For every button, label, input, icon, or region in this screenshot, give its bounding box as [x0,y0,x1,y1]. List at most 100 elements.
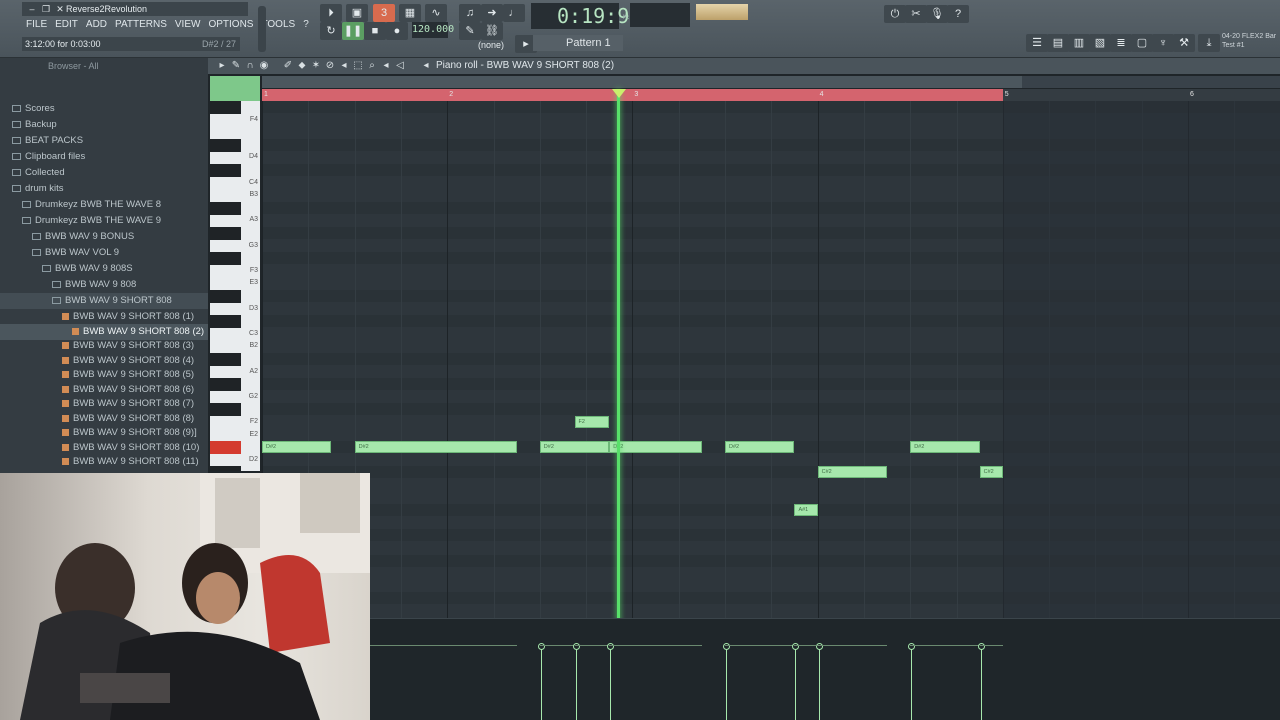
cut-icon[interactable]: ✂ [905,5,927,23]
master-volume-slider[interactable] [258,6,266,52]
play-icon[interactable]: ◉ [258,60,270,72]
midi-note[interactable]: D#2 [354,441,517,454]
browser-folder[interactable]: Drumkeyz BWB THE WAVE 8 [0,197,208,213]
midi-note[interactable]: C#2 [817,466,888,479]
midi-note[interactable]: D#2 [262,441,332,454]
menu-help[interactable]: ? [299,17,313,33]
zoom-icon[interactable]: ⌕ [366,60,378,72]
midi-note[interactable]: F2 [574,416,610,428]
browser-folder[interactable]: BEAT PACKS [0,133,208,149]
black-key[interactable] [210,353,241,366]
menu-add[interactable]: ADD [82,17,111,33]
draw-icon[interactable]: ✐ [282,60,294,72]
menu-options[interactable]: OPTIONS [204,17,257,33]
black-key[interactable] [210,164,241,177]
speaker-icon[interactable]: ◁ [394,60,406,72]
midi-note[interactable]: C#2 [979,466,1003,479]
tempo-display[interactable]: 120.000 [412,22,454,38]
midi-note[interactable]: D#2 [609,441,702,454]
stop-icon[interactable]: ■ [364,22,386,40]
wrench-icon[interactable]: ⚒ [1173,34,1195,52]
black-key[interactable] [210,101,241,114]
browser-folder[interactable]: BWB WAV 9 BONUS [0,229,208,245]
menu-file[interactable]: FILE [22,17,51,33]
pattern-song-toggle-icon[interactable]: ⏵ [320,4,342,22]
tools-icon[interactable]: ♆ [1152,34,1174,52]
magnet-icon[interactable]: ∩ [244,60,256,72]
velocity-stem[interactable] [607,643,615,720]
metronome-icon[interactable]: ♩ [503,4,525,22]
velocity-stem[interactable] [908,643,916,720]
browser-file[interactable]: BWB WAV 9 SHORT 808 (11) [0,454,208,470]
browser-title[interactable]: Browser - All [48,61,99,71]
record-icon[interactable]: ● [386,22,408,40]
slice-icon[interactable]: ◂ [338,60,350,72]
playlist-icon[interactable]: ☰ [1026,34,1048,52]
midi-note[interactable]: A#1 [794,504,818,517]
beat-counter-icon[interactable]: 3 [373,4,395,22]
news-panel[interactable]: 04-20 FLEX2 Bar Test #1 [1222,32,1276,50]
pr-menu-icon[interactable]: ◂ [420,60,432,72]
arrow-icon[interactable]: ▸ [216,60,228,72]
piano-keyboard[interactable]: F4D4C4B3A3G3F3E3D3C3B2A2G2F2E2D2C2 [210,101,260,471]
playhead-marker-icon[interactable] [612,89,626,98]
velocity-stem[interactable] [977,643,985,720]
restore-icon[interactable]: ❐ [40,3,52,15]
menu-view[interactable]: VIEW [171,17,205,33]
none-selector[interactable]: (none) [478,40,504,50]
velocity-stem[interactable] [815,643,823,720]
velocity-stem[interactable] [792,643,800,720]
browser-folder[interactable]: Backup [0,117,208,133]
pattern-selector[interactable]: Pattern 1 [533,35,623,51]
playback-icon[interactable]: ◂ [380,60,392,72]
black-key[interactable] [210,466,241,471]
wave-icon[interactable]: ∿ [425,4,447,22]
browser-folder[interactable]: Scores [0,101,208,117]
browser-folder[interactable]: Collected [0,165,208,181]
eq-icon[interactable]: ≣ [1110,34,1132,52]
midi-note[interactable]: D#2 [725,441,795,454]
plugin-icon[interactable]: ▢ [1131,34,1153,52]
black-key[interactable] [210,441,241,455]
select-icon[interactable]: ⬚ [352,60,364,72]
note-grid[interactable]: D#2D#2D#2F2D#2D#2C#2A#1D#2C#2 [262,101,1280,618]
pause-icon[interactable]: ❚❚ [342,22,364,40]
minimize-icon[interactable]: – [26,3,38,15]
paint-icon[interactable]: ⬥ [296,60,308,72]
menu-edit[interactable]: EDIT [51,17,82,33]
black-key[interactable] [210,201,241,215]
mic-icon[interactable]: 🎙 [926,5,948,23]
loop-icon[interactable]: ↻ [320,22,342,40]
record-mode-icon[interactable]: ▣ [346,4,368,22]
channel-rack-icon[interactable]: ▤ [1047,34,1069,52]
browser-folder[interactable]: drum kits [0,181,208,197]
mixer-icon[interactable]: ▧ [1089,34,1111,52]
arrow-right-icon[interactable]: ➜ [481,4,503,22]
piano-roll-icon[interactable]: ▥ [1068,34,1090,52]
snap-icon[interactable]: ▦ [399,4,421,22]
loop-region[interactable] [262,89,1003,101]
midi-note[interactable]: D#2 [539,441,610,454]
browser-folder[interactable]: BWB WAV VOL 9 [0,245,208,261]
scrollbar-thumb[interactable] [262,76,1022,88]
browser-folder[interactable]: Clipboard files [0,149,208,165]
browser-folder[interactable]: BWB WAV 9 SHORT 808 [0,293,208,309]
velocity-lane[interactable] [370,618,1280,720]
black-key[interactable] [210,315,241,329]
refresh-icon[interactable]: ⏻ [884,5,906,23]
velocity-stem[interactable] [537,643,545,720]
help-icon[interactable]: ? [947,5,969,23]
black-key[interactable] [210,227,241,240]
black-key[interactable] [210,252,241,266]
browser-folder[interactable]: BWB WAV 9 808S [0,261,208,277]
midi-note[interactable]: D#2 [910,441,980,454]
mute-icon[interactable]: ⊘ [324,60,336,72]
black-key[interactable] [210,378,241,392]
download-icon[interactable]: ⤓ [1198,34,1220,52]
browser-folder[interactable]: BWB WAV 9 808 [0,277,208,293]
close-icon[interactable]: ✕ [54,3,66,15]
piano-icon[interactable]: ♫ [459,4,481,22]
browser-folder[interactable]: Drumkeyz BWB THE WAVE 9 [0,213,208,229]
black-key[interactable] [210,138,241,152]
brush-icon[interactable]: ✎ [459,22,481,40]
